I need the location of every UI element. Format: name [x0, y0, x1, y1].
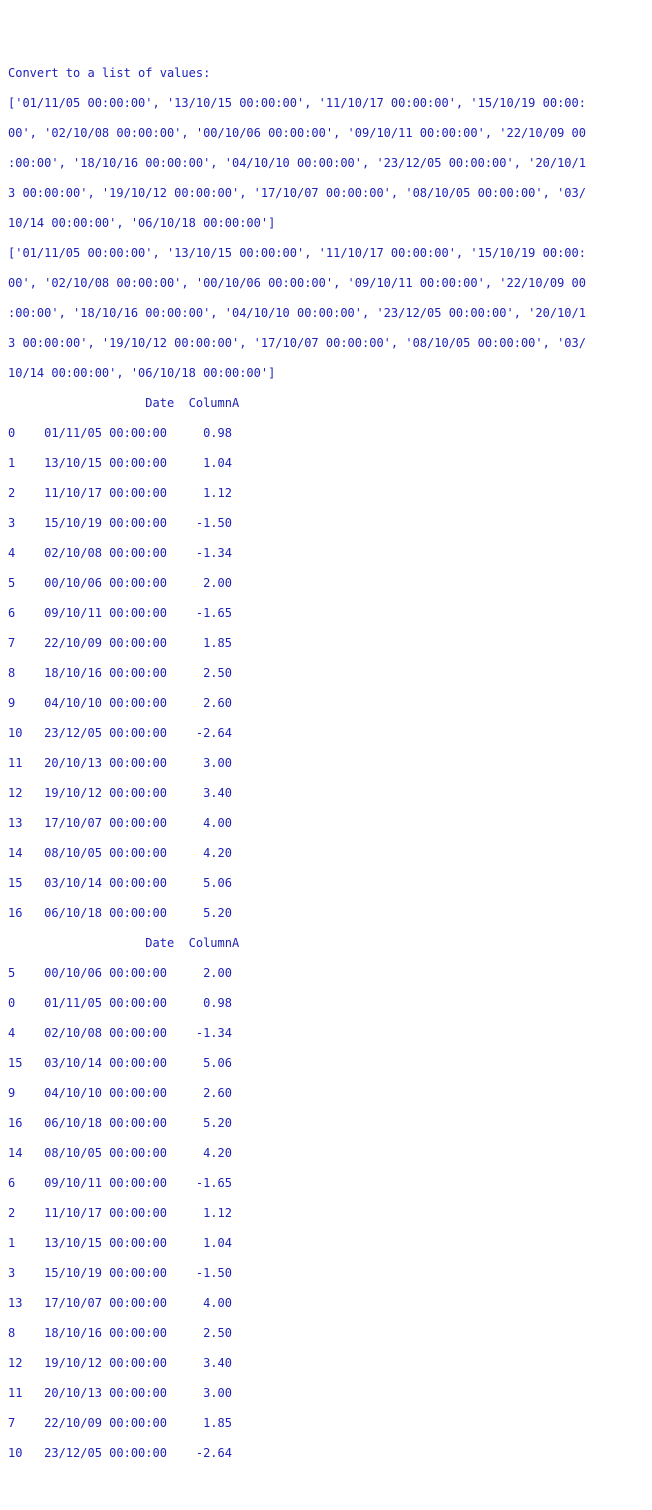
output-heading: Convert to a list of values:: [8, 66, 644, 81]
table-row: 16 06/10/18 00:00:00 5.20: [8, 1116, 644, 1131]
table-row: 4 02/10/08 00:00:00 -1.34: [8, 1026, 644, 1041]
table-row: 6 09/10/11 00:00:00 -1.65: [8, 1176, 644, 1191]
table-row: 13 17/10/07 00:00:00 4.00: [8, 1296, 644, 1311]
table-row: 9 04/10/10 00:00:00 2.60: [8, 696, 644, 711]
table-row: 2 11/10/17 00:00:00 1.12: [8, 486, 644, 501]
list2-line-4: 10/14 00:00:00', '06/10/18 00:00:00']: [8, 366, 644, 381]
table-row: 15 03/10/14 00:00:00 5.06: [8, 876, 644, 891]
list2-line-2: :00:00', '18/10/16 00:00:00', '04/10/10 …: [8, 306, 644, 321]
table-row: 15 03/10/14 00:00:00 5.06: [8, 1056, 644, 1071]
list2-line-3: 3 00:00:00', '19/10/12 00:00:00', '17/10…: [8, 336, 644, 351]
table-row: 2 11/10/17 00:00:00 1.12: [8, 1206, 644, 1221]
table-row: 7 22/10/09 00:00:00 1.85: [8, 636, 644, 651]
list1-line-0: ['01/11/05 00:00:00', '13/10/15 00:00:00…: [8, 96, 644, 111]
table-row: 7 22/10/09 00:00:00 1.85: [8, 1416, 644, 1431]
table-row: 10 23/12/05 00:00:00 -2.64: [8, 726, 644, 741]
list2-line-0: ['01/11/05 00:00:00', '13/10/15 00:00:00…: [8, 246, 644, 261]
table1-header: Date ColumnA: [8, 396, 644, 411]
table-row: 3 15/10/19 00:00:00 -1.50: [8, 1266, 644, 1281]
table-row: 1 13/10/15 00:00:00 1.04: [8, 1236, 644, 1251]
table-row: 5 00/10/06 00:00:00 2.00: [8, 966, 644, 981]
table-row: 14 08/10/05 00:00:00 4.20: [8, 846, 644, 861]
table-row: 9 04/10/10 00:00:00 2.60: [8, 1086, 644, 1101]
table-row: 16 06/10/18 00:00:00 5.20: [8, 906, 644, 921]
table-row: 14 08/10/05 00:00:00 4.20: [8, 1146, 644, 1161]
table-row: 10 23/12/05 00:00:00 -2.64: [8, 1446, 644, 1461]
list1-line-4: 10/14 00:00:00', '06/10/18 00:00:00']: [8, 216, 644, 231]
table-row: 8 18/10/16 00:00:00 2.50: [8, 1326, 644, 1341]
table-row: 12 19/10/12 00:00:00 3.40: [8, 786, 644, 801]
table-row: 11 20/10/13 00:00:00 3.00: [8, 1386, 644, 1401]
table-row: 5 00/10/06 00:00:00 2.00: [8, 576, 644, 591]
table-row: 3 15/10/19 00:00:00 -1.50: [8, 516, 644, 531]
table-row: 13 17/10/07 00:00:00 4.00: [8, 816, 644, 831]
list1-line-3: 3 00:00:00', '19/10/12 00:00:00', '17/10…: [8, 186, 644, 201]
list1-line-1: 00', '02/10/08 00:00:00', '00/10/06 00:0…: [8, 126, 644, 141]
list2-line-1: 00', '02/10/08 00:00:00', '00/10/06 00:0…: [8, 276, 644, 291]
table-row: 6 09/10/11 00:00:00 -1.65: [8, 606, 644, 621]
table-row: 0 01/11/05 00:00:00 0.98: [8, 996, 644, 1011]
list1-line-2: :00:00', '18/10/16 00:00:00', '04/10/10 …: [8, 156, 644, 171]
table-row: 11 20/10/13 00:00:00 3.00: [8, 756, 644, 771]
table-row: 0 01/11/05 00:00:00 0.98: [8, 426, 644, 441]
table-row: 1 13/10/15 00:00:00 1.04: [8, 456, 644, 471]
table-row: 12 19/10/12 00:00:00 3.40: [8, 1356, 644, 1371]
table-row: 8 18/10/16 00:00:00 2.50: [8, 666, 644, 681]
table2-header: Date ColumnA: [8, 936, 644, 951]
table-row: 4 02/10/08 00:00:00 -1.34: [8, 546, 644, 561]
